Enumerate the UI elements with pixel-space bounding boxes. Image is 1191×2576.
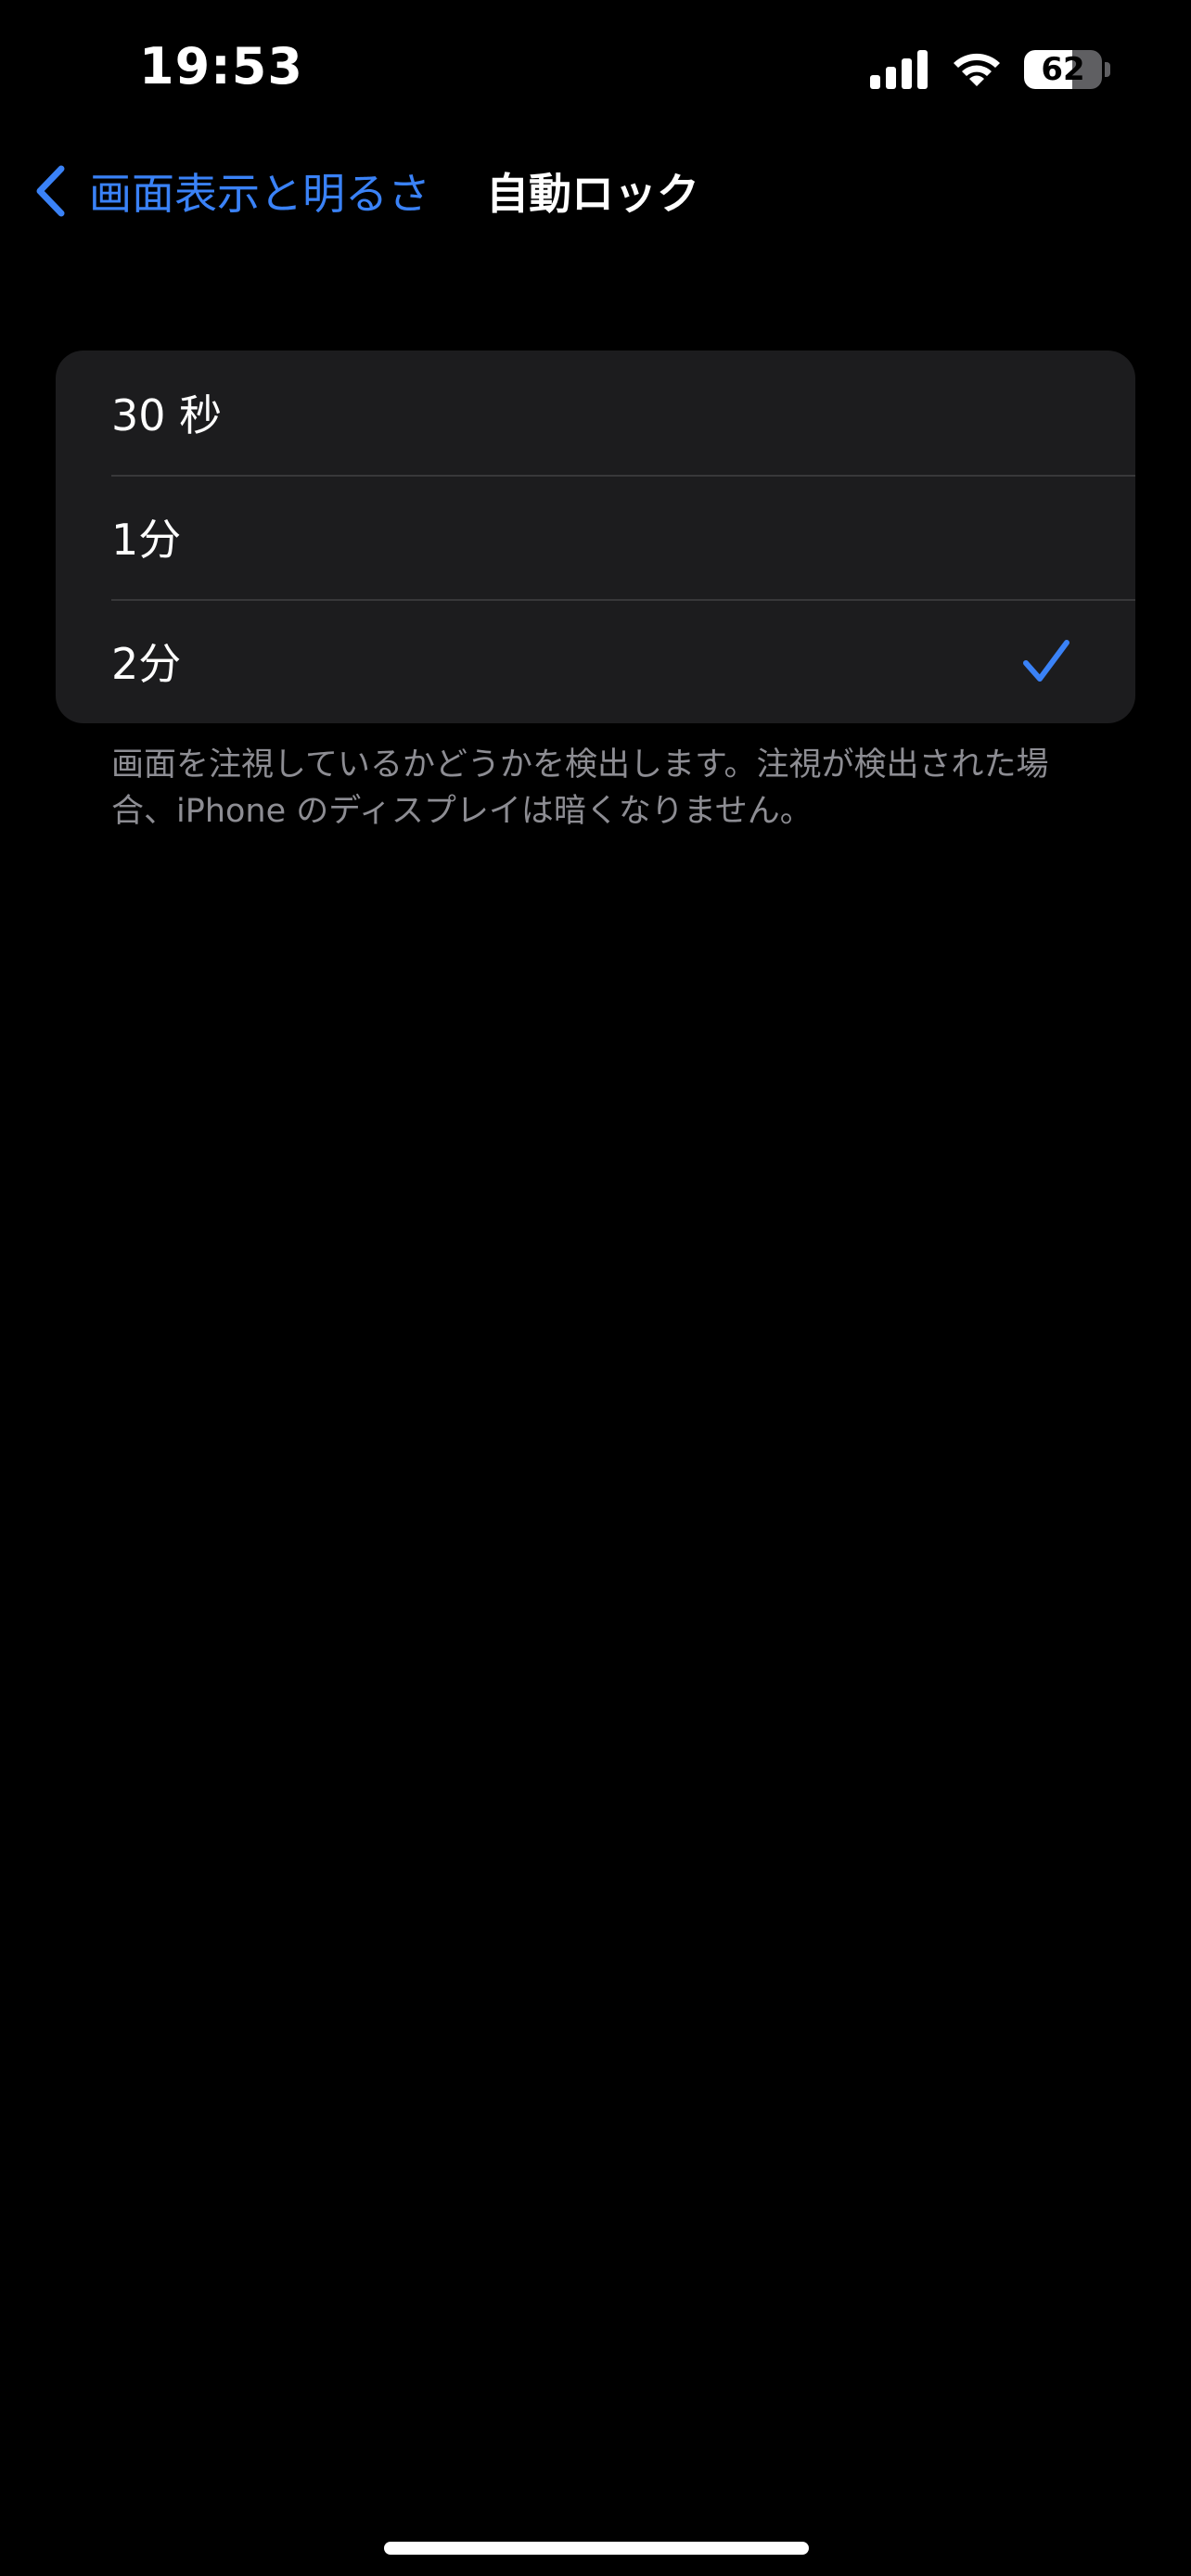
back-button[interactable]: 画面表示と明るさ — [33, 159, 430, 223]
status-bar: 19:53 62 — [0, 0, 1191, 139]
back-button-label: 画面表示と明るさ — [89, 169, 430, 219]
battery-icon: 62 — [1024, 50, 1110, 89]
option-label: 30 秒 — [111, 390, 223, 440]
status-icons: 62 — [870, 46, 1110, 93]
option-label: 2分 — [111, 639, 182, 689]
auto-lock-options: 30 秒 1分 2分 — [56, 351, 1135, 723]
battery-body: 62 — [1024, 50, 1102, 89]
signal-bar — [870, 75, 880, 89]
page-title: 自動ロック — [486, 169, 699, 219]
footer-note: 画面を注視しているかどうかを検出します。注視が検出された場合、iPhone のデ… — [111, 746, 1049, 830]
battery-level: 62 — [1041, 51, 1085, 88]
checkmark-icon — [1023, 640, 1069, 682]
wifi-icon — [954, 53, 1000, 86]
signal-bar — [917, 50, 928, 89]
status-time: 19:53 — [139, 37, 303, 96]
signal-bar — [886, 67, 896, 89]
option-30-seconds[interactable]: 30 秒 — [56, 351, 1135, 475]
option-label: 1分 — [111, 515, 182, 565]
chevron-left-icon — [36, 165, 65, 217]
option-2-minutes[interactable]: 2分 — [56, 599, 1135, 723]
battery-cap — [1105, 62, 1110, 77]
cellular-signal-icon — [870, 50, 928, 89]
navigation-bar: 画面表示と明るさ 自動ロック — [0, 148, 1191, 234]
home-indicator[interactable] — [384, 2542, 809, 2555]
option-1-minute[interactable]: 1分 — [56, 475, 1135, 599]
signal-bar — [902, 58, 912, 89]
